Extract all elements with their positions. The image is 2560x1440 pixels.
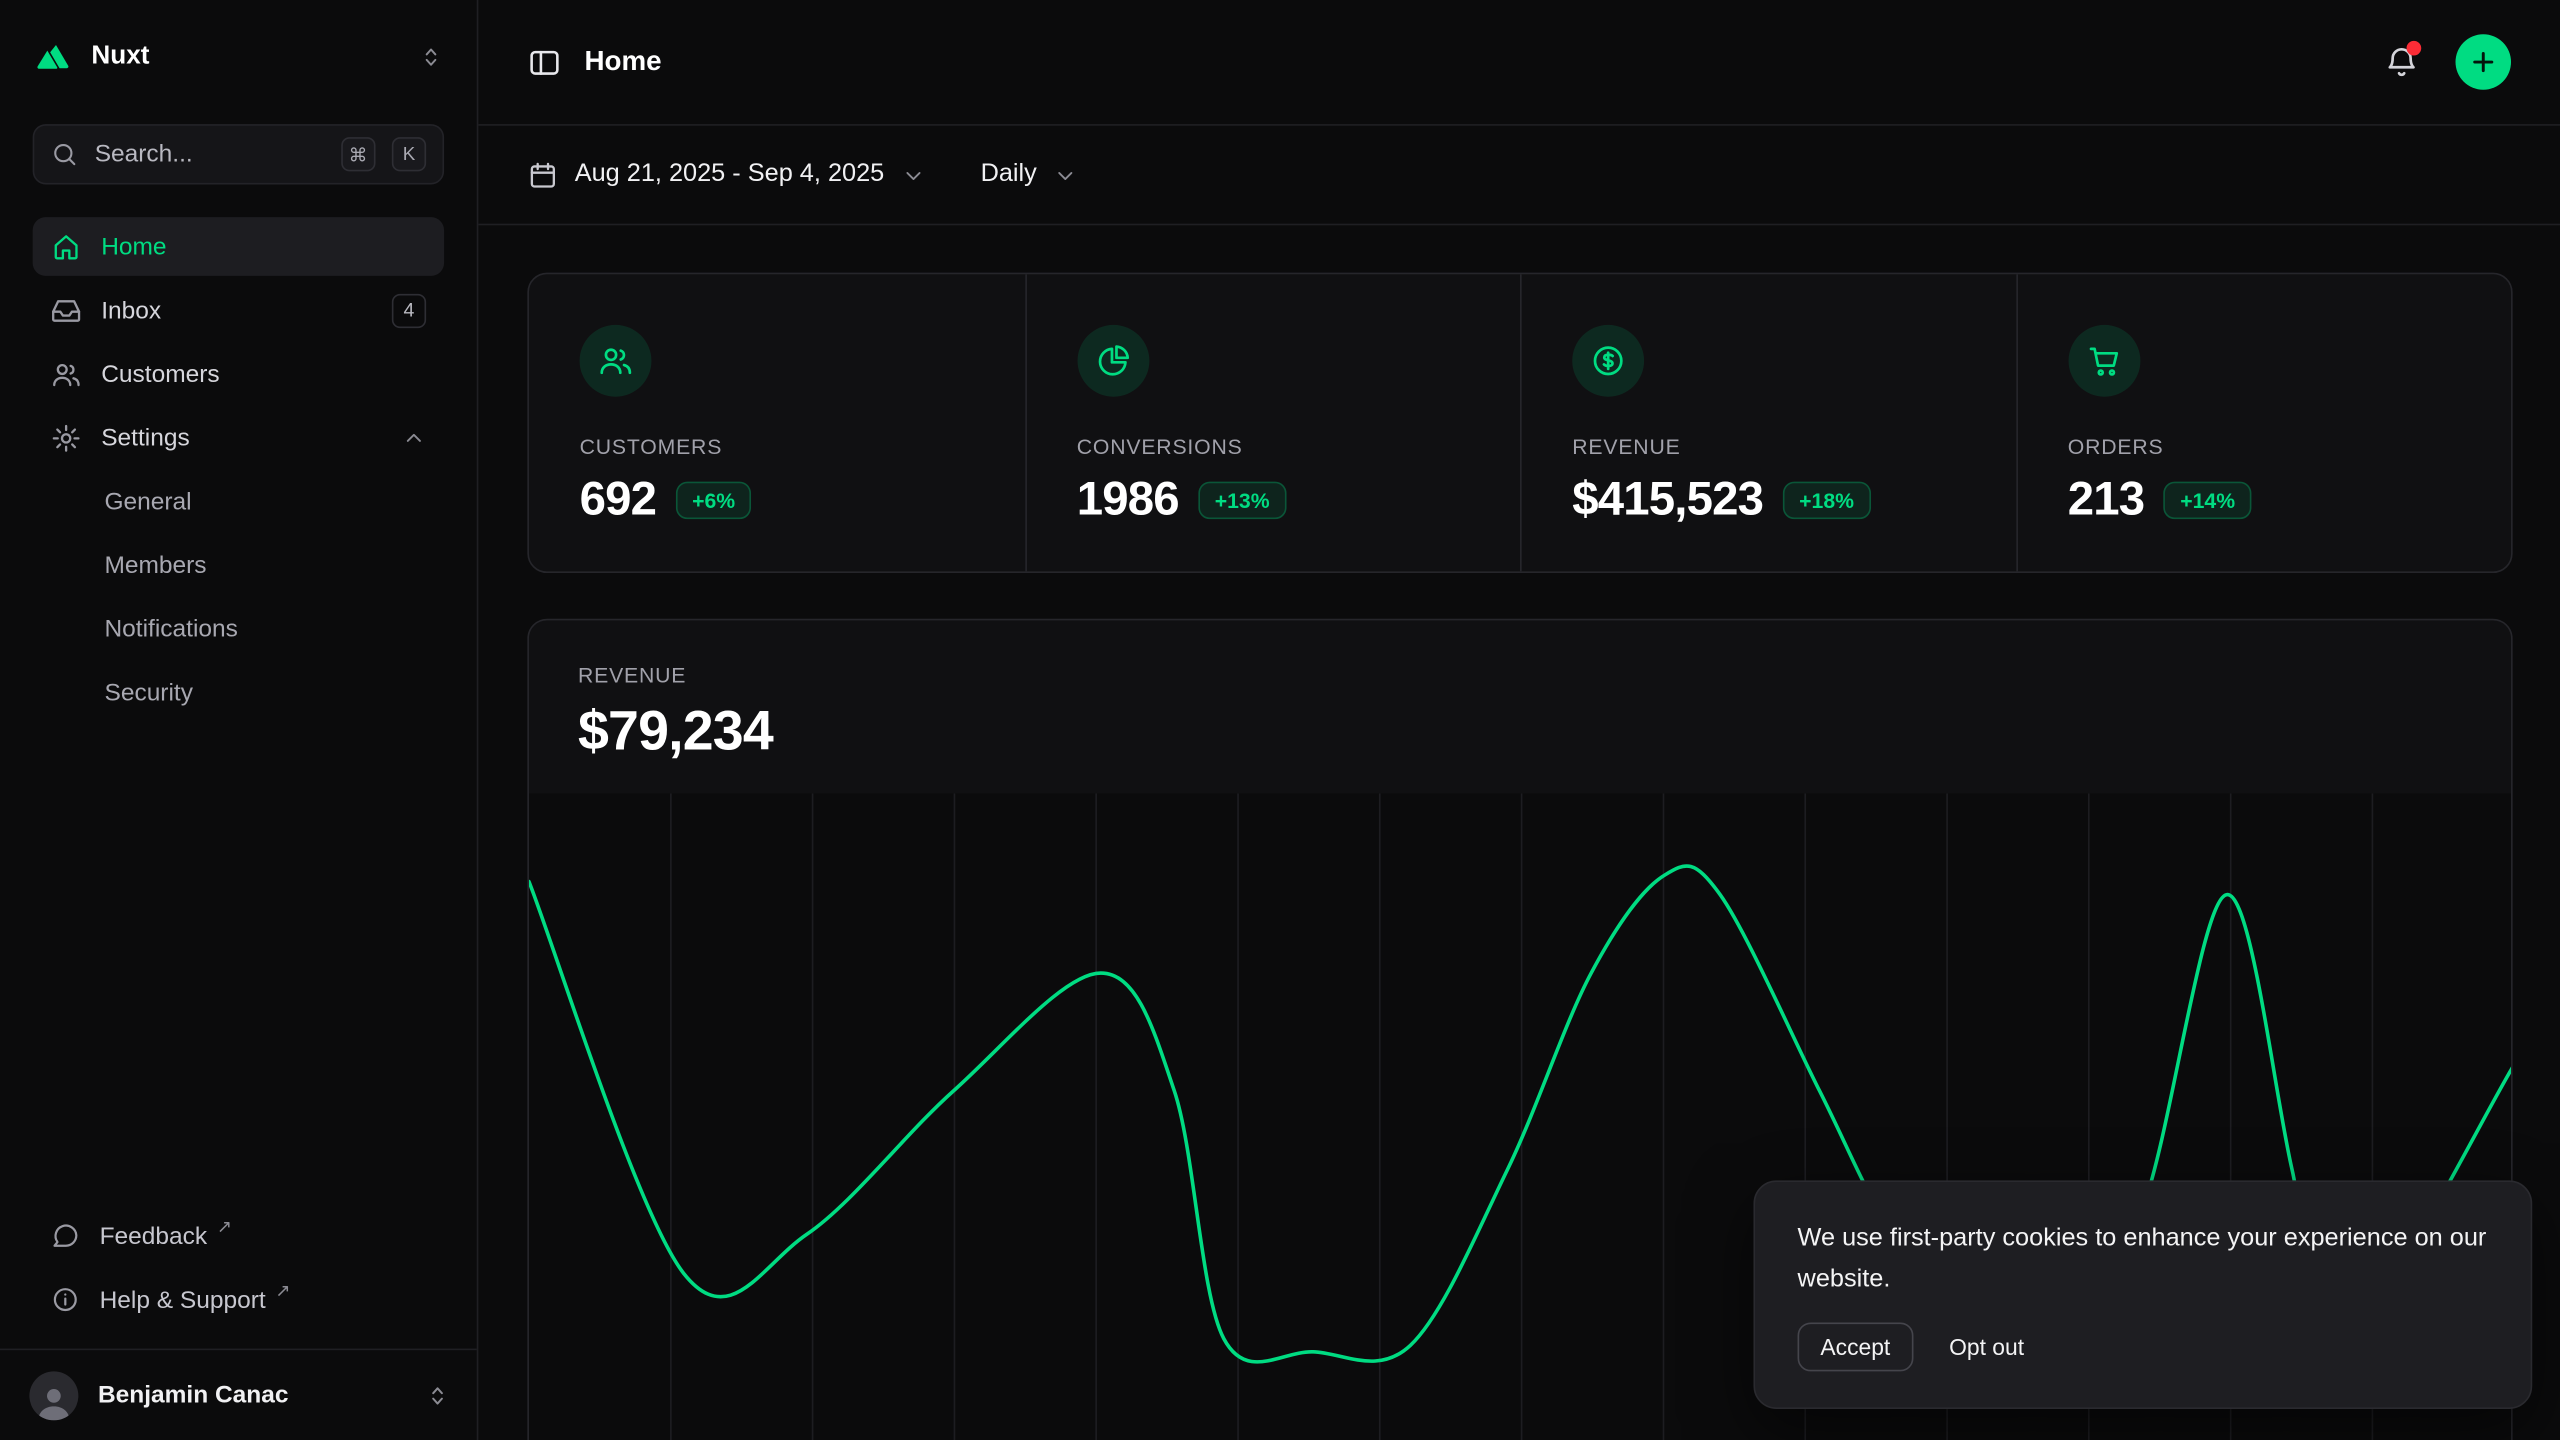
stat-revenue[interactable]: REVENUE $415,523 +18% <box>1520 274 2016 571</box>
stat-value: 1986 <box>1077 473 1179 527</box>
sidebar-item-security[interactable]: Security <box>33 663 444 722</box>
message-bubble-icon <box>51 1221 80 1250</box>
stat-orders[interactable]: ORDERS 213 +14% <box>2016 274 2512 571</box>
external-link-icon: ↗ <box>217 1216 232 1237</box>
chart-pie-icon <box>1077 325 1149 397</box>
notification-dot <box>2407 41 2422 56</box>
chevron-down-icon <box>1053 162 1077 186</box>
workspace-switcher[interactable]: Nuxt <box>0 0 477 101</box>
kbd-k: K <box>392 137 426 171</box>
chevrons-up-down-icon <box>424 1382 450 1408</box>
inbox-icon <box>51 295 82 326</box>
stats-row: CUSTOMERS 692 +6% CONVERSIONS 1986 +13% <box>527 273 2512 573</box>
info-circle-icon <box>51 1285 80 1314</box>
shopping-cart-icon <box>2068 325 2140 397</box>
sidebar-footer: Feedback ↗ Help & Support ↗ <box>0 1207 477 1349</box>
chevron-down-icon <box>901 162 925 186</box>
kbd-meta: ⌘ <box>340 137 375 171</box>
cookie-message: We use first-party cookies to enhance yo… <box>1798 1220 2489 1301</box>
stat-delta-badge: +18% <box>1783 482 1871 520</box>
chevron-up-icon <box>402 425 426 449</box>
sidebar-nav: Home Inbox 4 Customers Settings <box>0 194 477 721</box>
stat-value: 692 <box>580 473 657 527</box>
granularity-value: Daily <box>981 160 1037 189</box>
header-actions <box>2384 34 2511 90</box>
stat-conversions[interactable]: CONVERSIONS 1986 +13% <box>1024 274 1520 571</box>
sidebar-item-general[interactable]: General <box>33 472 444 531</box>
date-range-picker[interactable]: Aug 21, 2025 - Sep 4, 2025 <box>527 159 925 190</box>
granularity-select[interactable]: Daily <box>981 160 1078 189</box>
opt-out-button[interactable]: Opt out <box>1949 1334 2024 1360</box>
external-link-icon: ↗ <box>275 1280 290 1301</box>
stat-delta-badge: +6% <box>676 482 752 520</box>
stat-customers[interactable]: CUSTOMERS 692 +6% <box>529 274 1025 571</box>
sidebar-item-settings[interactable]: Settings <box>33 408 444 467</box>
user-name: Benjamin Canac <box>98 1381 405 1409</box>
sidebar-item-notifications[interactable]: Notifications <box>33 599 444 658</box>
user-menu[interactable]: Benjamin Canac <box>0 1349 477 1440</box>
workspace-name: Nuxt <box>91 42 401 71</box>
sidebar: Nuxt Search... ⌘ K Home <box>0 0 478 1440</box>
gear-icon <box>51 422 82 453</box>
dashboard-content: CUSTOMERS 692 +6% CONVERSIONS 1986 +13% <box>478 225 2560 1440</box>
accept-cookies-button[interactable]: Accept <box>1798 1322 1914 1371</box>
sidebar-item-inbox[interactable]: Inbox 4 <box>33 281 444 340</box>
dollar-circle-icon <box>1572 325 1644 397</box>
help-support-link[interactable]: Help & Support ↗ <box>33 1270 444 1329</box>
users-icon <box>51 358 82 389</box>
stat-delta-badge: +13% <box>1198 482 1286 520</box>
inbox-count-badge: 4 <box>392 293 426 327</box>
page-header: Home <box>478 0 2560 126</box>
feedback-link[interactable]: Feedback ↗ <box>33 1207 444 1266</box>
users-icon <box>580 325 652 397</box>
revenue-chart-header: REVENUE $79,234 <box>529 620 2511 793</box>
add-button[interactable] <box>2456 34 2512 90</box>
revenue-chart-label: REVENUE <box>578 663 2462 687</box>
sidebar-item-home[interactable]: Home <box>33 217 444 276</box>
stat-value: 213 <box>2068 473 2145 527</box>
revenue-chart-value: $79,234 <box>578 700 2462 764</box>
search-input[interactable]: Search... ⌘ K <box>33 124 444 184</box>
filter-bar: Aug 21, 2025 - Sep 4, 2025 Daily <box>478 126 2560 226</box>
stat-delta-badge: +14% <box>2164 482 2252 520</box>
nuxt-logo-icon <box>33 36 75 78</box>
sidebar-item-customers[interactable]: Customers <box>33 344 444 403</box>
search-icon <box>51 140 79 168</box>
cookie-actions: Accept Opt out <box>1798 1322 2489 1371</box>
panel-left-icon[interactable] <box>527 45 561 79</box>
avatar <box>29 1371 78 1420</box>
app-window: Nuxt Search... ⌘ K Home <box>0 0 2560 1440</box>
page-title: Home <box>584 46 661 79</box>
notifications-button[interactable] <box>2384 44 2420 80</box>
search-placeholder: Search... <box>95 140 324 168</box>
home-icon <box>51 231 82 262</box>
sidebar-spacer <box>0 722 477 1207</box>
sidebar-item-members[interactable]: Members <box>33 536 444 595</box>
calendar-icon <box>527 159 558 190</box>
date-range-value: Aug 21, 2025 - Sep 4, 2025 <box>575 160 885 189</box>
chevrons-up-down-icon <box>418 44 444 70</box>
cookie-banner: We use first-party cookies to enhance yo… <box>1753 1181 2532 1409</box>
stat-value: $415,523 <box>1572 473 1763 527</box>
main-area: Home Aug 21, 2025 - Sep 4, 2025 <box>478 0 2560 1440</box>
